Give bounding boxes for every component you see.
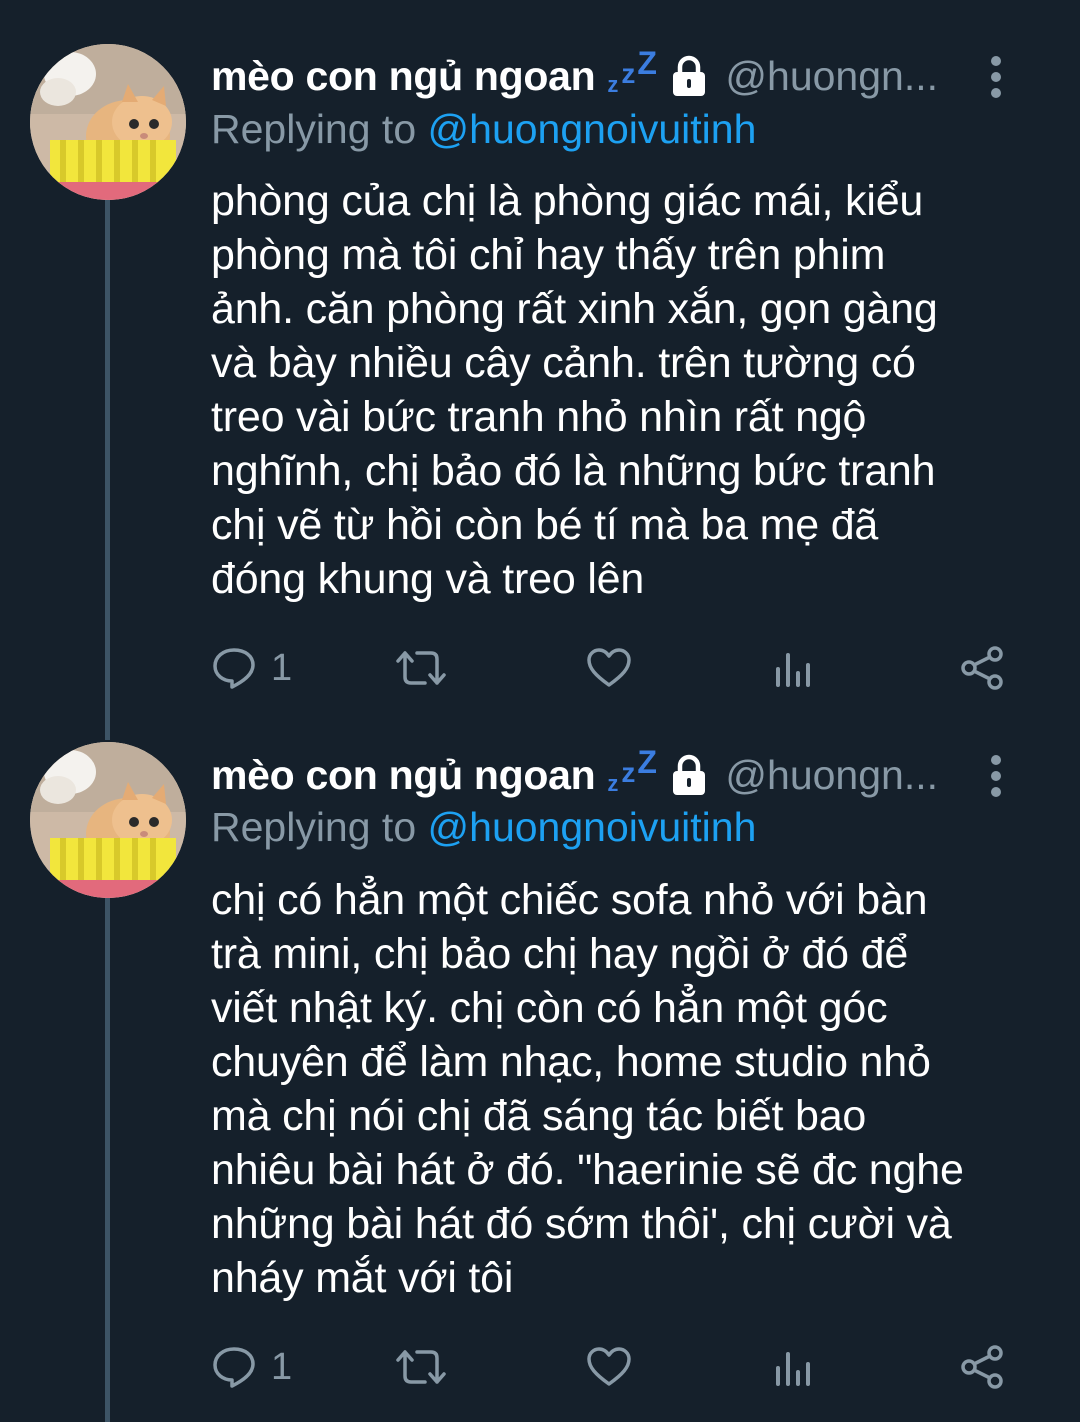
like-button[interactable] [585,1342,633,1392]
analytics-icon [776,1352,810,1386]
tweet-text-line: mà chị nói chị đã sáng tác biết bao [211,1092,867,1140]
share-button[interactable] [959,1342,1005,1392]
share-icon [961,1345,1003,1389]
replying-to: Replying to @huongnoivuitinh [211,804,756,851]
tweet-text-line: trà mini, chị bảo chị hay ngồi ở đó để [211,930,909,978]
replying-prefix: Replying to [211,804,417,850]
tweet-text-line: nhiêu bài hát ở đó. "haerinie sẽ đc nghe [211,1146,964,1194]
tweet-text-line: nháy mắt với tôi [211,1254,514,1302]
reply-icon [213,1347,255,1388]
tweet-text-line: những bài hát đó sớm thôi', chị cười và [211,1200,952,1248]
more-options-icon[interactable] [988,753,1004,799]
avatar-kitten-image [30,742,186,898]
reply-count: 1 [271,1345,293,1388]
retweet-icon [396,1350,446,1384]
tweet-text: chị có hẳn một chiếc sofa nhỏ với bàn tr… [211,873,1041,1305]
replying-mention-link[interactable]: @huongnoivuitinh [428,804,757,850]
lock-icon [673,754,706,795]
tweet[interactable]: mèo con ngủ ngoan zzZ @huongn... Replyin… [0,0,1080,1422]
analytics-button[interactable] [773,1342,813,1392]
tweet-header: mèo con ngủ ngoan zzZ @huongn... [211,744,1050,805]
tweet-text-line: chuyên để làm nhạc, home studio nhỏ [211,1038,931,1086]
like-icon [587,1347,631,1386]
user-handle[interactable]: @huongn... [725,752,938,799]
tweet-text-line: viết nhật ký. chị còn có hẳn một góc [211,984,888,1032]
retweet-button[interactable] [395,1342,447,1392]
sleeping-emoji-icon: zzZ [607,744,657,796]
avatar[interactable] [30,742,186,898]
tweet-actions: 1 [211,1342,1011,1392]
reply-button[interactable]: 1 [211,1342,292,1392]
tweet-text-line: chị có hẳn một chiếc sofa nhỏ với bàn [211,876,928,924]
thread-line [105,896,110,1422]
display-name[interactable]: mèo con ngủ ngoan [211,752,596,799]
